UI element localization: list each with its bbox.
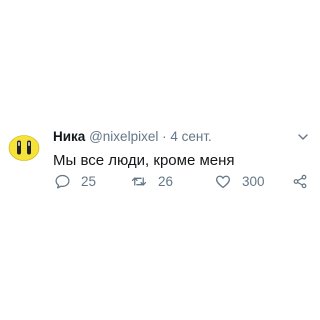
yellow-face-emoji-icon: [8, 135, 40, 161]
reply-count: 25: [81, 173, 97, 189]
tweet-date[interactable]: 4 сент.: [170, 129, 211, 144]
retweet-count: 26: [158, 173, 174, 189]
separator: ·: [162, 129, 167, 144]
reply-button[interactable]: 25: [54, 172, 96, 190]
tweet-menu-button[interactable]: [296, 130, 310, 144]
retweet-button[interactable]: 26: [130, 172, 173, 190]
retweet-icon: [131, 176, 147, 186]
share-button[interactable]: [292, 172, 308, 190]
tweet-text: Мы все люди, кроме меня: [53, 152, 235, 169]
reply-icon: [55, 174, 70, 189]
like-count: 300: [242, 173, 265, 189]
tweet: Ника @nixelpixel · 4 сент. Мы все люди, …: [0, 0, 320, 320]
avatar[interactable]: [8, 134, 40, 162]
tweet-header: Ника @nixelpixel · 4 сент.: [53, 129, 212, 145]
author-handle[interactable]: @nixelpixel: [89, 129, 158, 144]
chevron-down-icon: [298, 134, 308, 140]
author-name[interactable]: Ника: [53, 129, 85, 144]
heart-icon: [215, 175, 231, 188]
share-icon: [293, 174, 307, 188]
like-button[interactable]: 300: [214, 172, 265, 190]
